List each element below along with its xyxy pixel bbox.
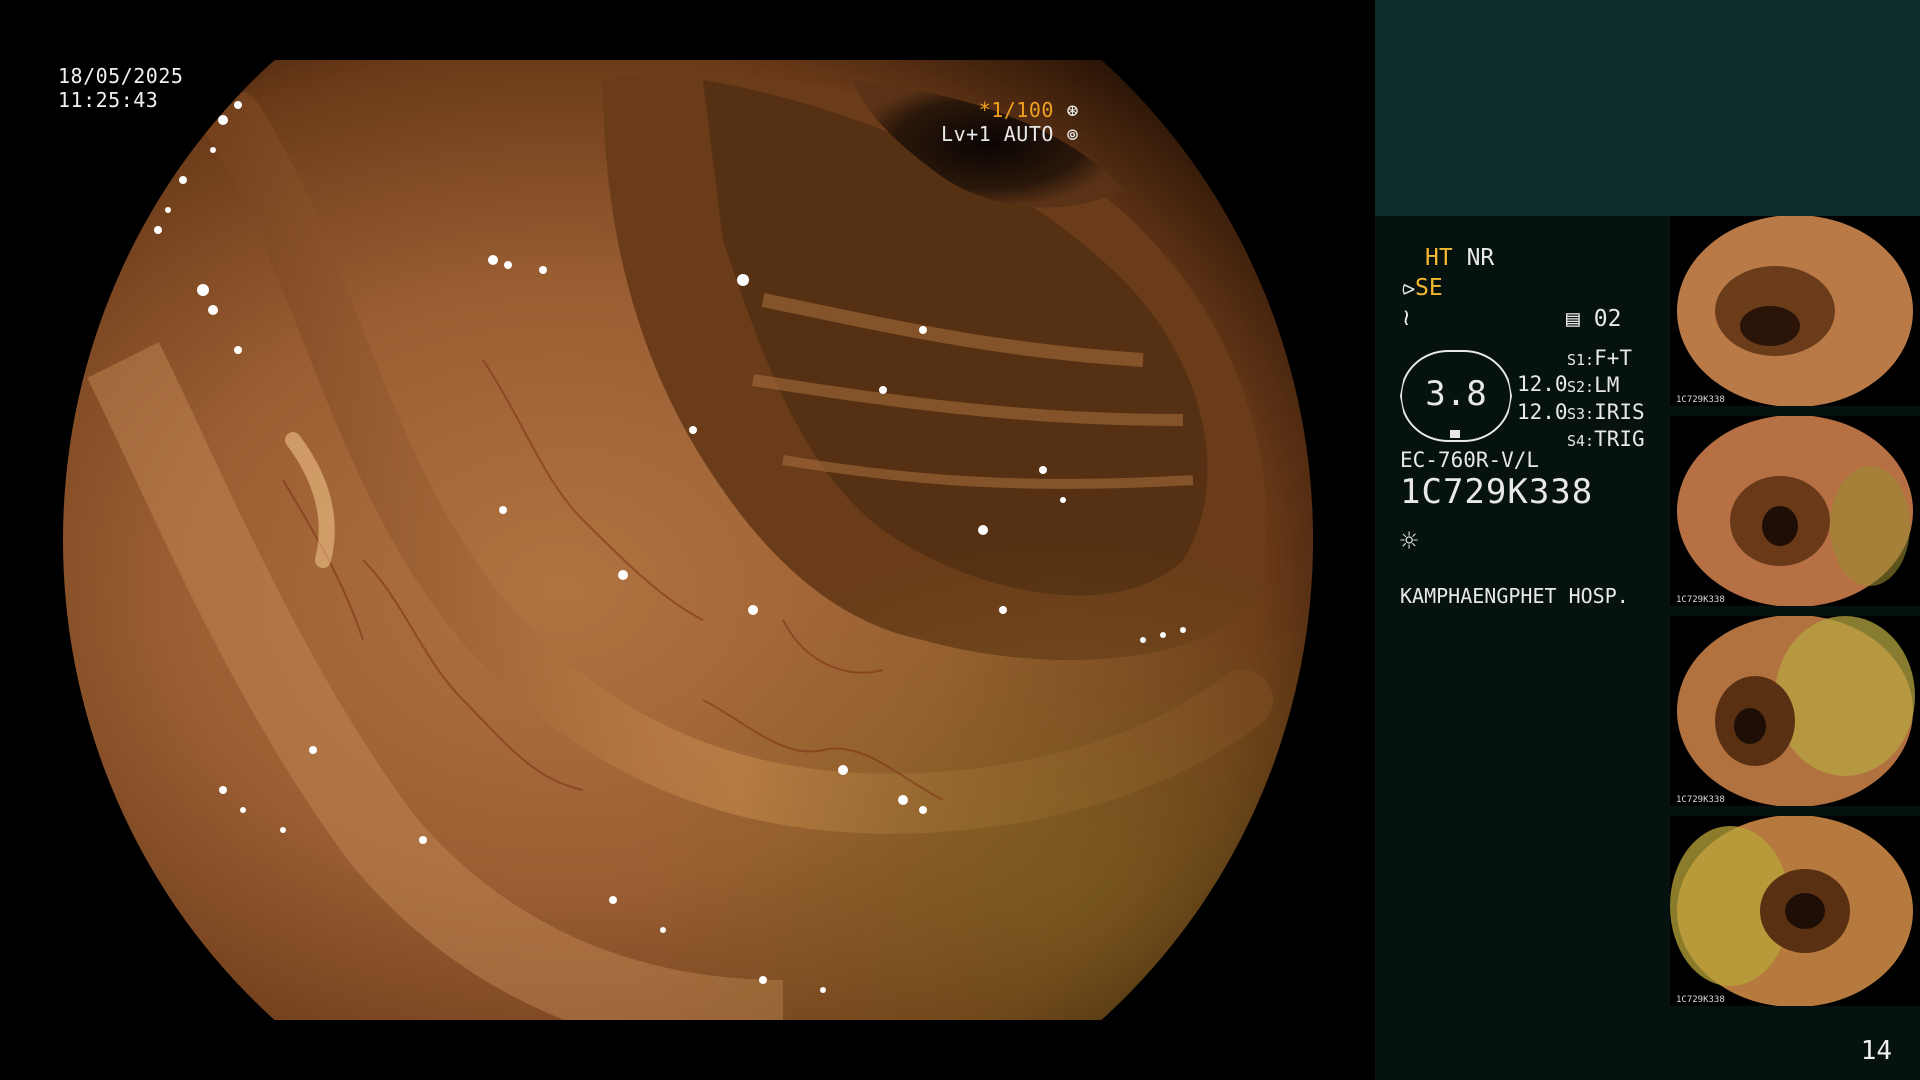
mode-row-2: ⪧SE [1402,274,1443,302]
hospital-name: KAMPHAENGPHET HOSP. [1400,584,1629,608]
light-sun-icon: ☼ [1400,524,1419,559]
switch-row: S3:IRIS [1567,400,1645,424]
mode-row-1: HT NR [1425,244,1494,272]
freeze-label: 02 [1593,306,1622,332]
switch-list: S1:F+T S2:LM S3:IRIS S4:TRIG [1567,346,1645,454]
memory-icon: ▤ [1566,306,1580,332]
gauge-right-value-2: 12.0 [1517,400,1568,424]
frame-counter: 14 [1860,1036,1892,1066]
gauge-value: 3.8 [1425,374,1487,414]
shutter-icon: ⊛ [1066,98,1079,122]
thumbnail-label: 1C729K338 [1676,995,1725,1005]
switch-row: S4:TRIG [1567,427,1645,451]
gauge-right-value-1: 12.0 [1517,372,1568,396]
gauge-right-values: 12.0 12.0 [1517,370,1568,426]
enhancement-level-text: Lv+1 AUTO [941,122,1054,146]
endoscope-main-view [63,60,1313,1020]
thumbnail-3[interactable]: 1C729K338 [1670,616,1920,806]
thumbnail-4[interactable]: 1C729K338 [1670,816,1920,1006]
switch-row: S2:LM [1567,373,1620,397]
freeze-row: ▤ 02 [1566,305,1621,333]
mode-nr-label: NR [1466,245,1495,271]
top-info-panel [1375,0,1920,216]
thumbnail-label: 1C729K338 [1676,395,1725,405]
wave-icon: ≀ [1402,305,1411,331]
thumbnail-label: 1C729K338 [1676,595,1725,605]
scope-serial: 1C729K338 [1400,472,1594,512]
scope-lever-icon: ⪧ [1402,275,1415,301]
mode-se-label: SE [1414,275,1443,301]
gauge-marker [1450,430,1460,438]
date-time-display: 18/05/2025 11:25:43 [58,64,183,112]
shutter-speed-text: *1/100 [978,98,1054,122]
auto-icon: ⊚ [1066,122,1079,146]
switch-row: S1:F+T [1567,346,1633,370]
thumbnail-2[interactable]: 1C729K338 [1670,416,1920,606]
time-text: 11:25:43 [58,88,159,112]
scope-model: EC-760R-V/L [1400,448,1540,472]
image-settings-display: *1/100 ⊛ Lv+1 AUTO ⊚ [941,98,1079,146]
date-text: 18/05/2025 [58,64,184,88]
thumbnail-1[interactable]: 1C729K338 [1670,216,1920,406]
mode-ht-label: HT [1425,245,1453,271]
thumbnail-label: 1C729K338 [1676,795,1725,805]
